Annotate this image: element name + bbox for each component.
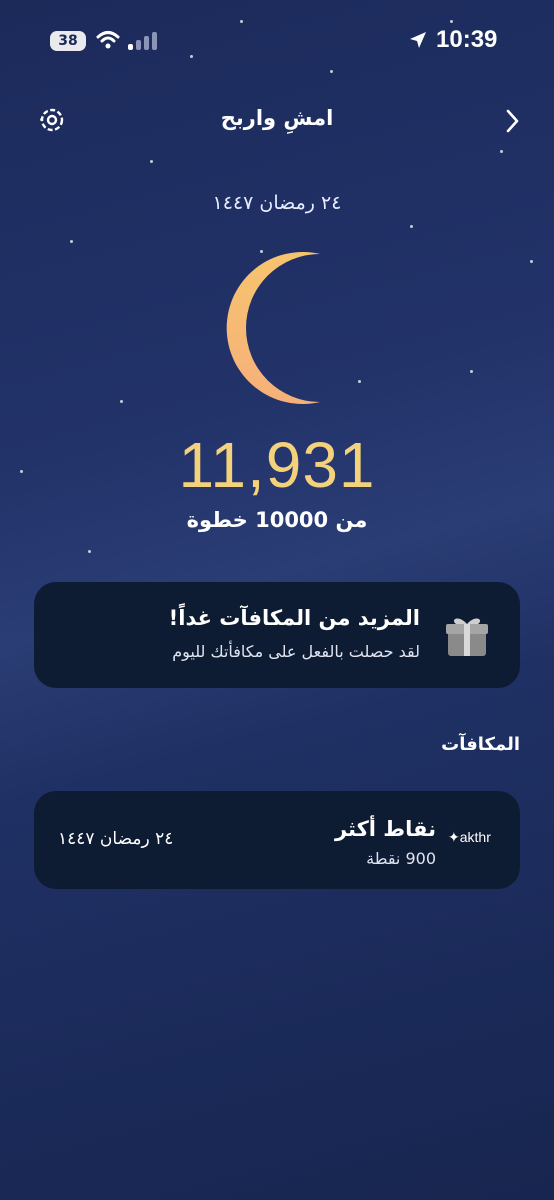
daily-reward-card[interactable]: المزيد من المكافآت غداً! لقد حصلت بالفعل… (34, 582, 520, 688)
page-title: امشِ واربح (220, 106, 334, 130)
star (358, 380, 361, 383)
star (500, 150, 503, 153)
reward-item-points: 900 نقطة (366, 849, 436, 868)
star (410, 225, 413, 228)
reward-subtitle: لقد حصلت بالفعل على مكافأتك لليوم (172, 642, 420, 661)
chevron-right-icon[interactable] (500, 108, 524, 134)
location-arrow-icon (410, 32, 426, 48)
crescent-moon-icon (226, 252, 320, 404)
signal-icon (128, 32, 158, 50)
star (530, 260, 533, 263)
steps-goal: من 10000 خطوة (186, 508, 368, 532)
wifi-icon (96, 31, 120, 49)
star (470, 370, 473, 373)
akthr-logo: ✦akthr (448, 829, 491, 845)
steps-count: 11,931 (178, 429, 376, 501)
status-bar: 38 10:39 (0, 0, 554, 80)
reward-item-card[interactable]: ✦akthr نقاط أكثر 900 نقطة ٢٤ رمضان ١٤٤٧ (34, 791, 520, 889)
battery-icon: 38 (50, 31, 86, 51)
gift-box-icon (446, 618, 488, 656)
rewards-section-title: المكافآت (441, 734, 520, 755)
header: امشِ واربح (0, 100, 554, 140)
star (150, 160, 153, 163)
star (70, 240, 73, 243)
reward-title: المزيد من المكافآت غداً! (168, 606, 420, 630)
reward-item-title: نقاط أكثر (334, 817, 436, 841)
star (88, 550, 91, 553)
star (120, 400, 123, 403)
status-time: 10:39 (436, 26, 498, 53)
reward-item-date: ٢٤ رمضان ١٤٤٧ (58, 829, 174, 849)
hijri-date: ٢٤ رمضان ١٤٤٧ (212, 192, 342, 214)
